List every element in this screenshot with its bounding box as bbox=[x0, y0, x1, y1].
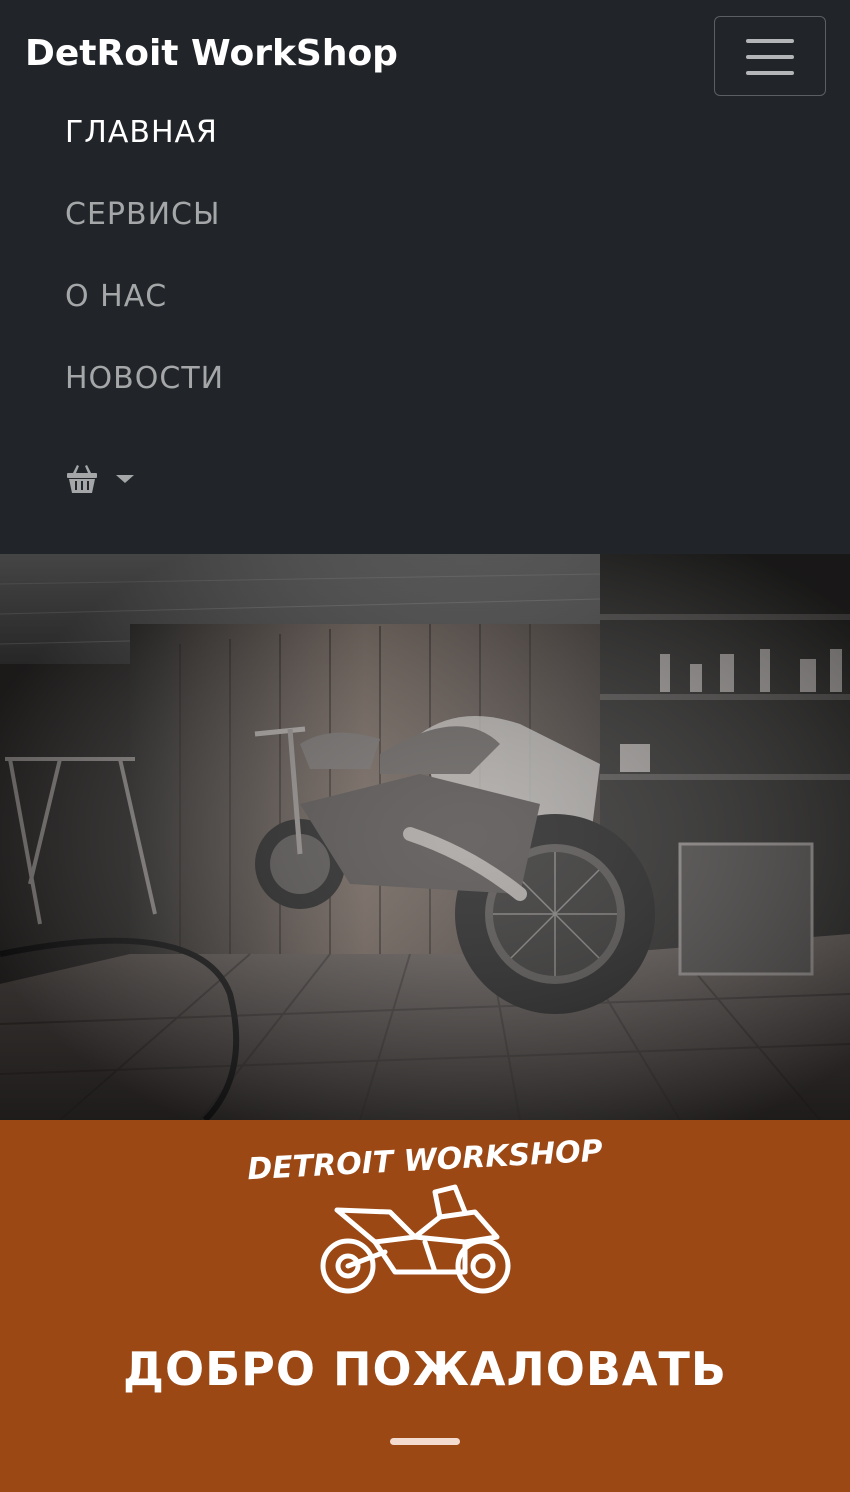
nav-item-about[interactable]: О НАС bbox=[65, 279, 167, 314]
hamburger-icon bbox=[746, 39, 794, 43]
hamburger-icon-bar bbox=[746, 71, 794, 75]
navbar-toggler-button[interactable] bbox=[714, 16, 826, 96]
welcome-section: DETROIT WORKSHOP ДОБРО ПОЖАЛОВАТЬ bbox=[0, 1120, 850, 1492]
nav-item-services[interactable]: СЕРВИСЫ bbox=[65, 197, 220, 232]
cart-dropdown-toggle[interactable] bbox=[64, 462, 144, 502]
hero-image bbox=[0, 554, 850, 1120]
nav-item-news[interactable]: НОВОСТИ bbox=[65, 361, 224, 396]
title-divider bbox=[390, 1438, 460, 1445]
brand-logo[interactable]: DetRoit WorkShop bbox=[25, 33, 398, 74]
hamburger-icon-bar bbox=[746, 55, 794, 59]
basket-icon bbox=[67, 465, 97, 493]
caret-down-icon bbox=[116, 475, 134, 483]
nav-item-home[interactable]: ГЛАВНАЯ bbox=[65, 115, 218, 150]
motorcycle-icon bbox=[315, 1182, 515, 1297]
welcome-title: ДОБРО ПОЖАЛОВАТЬ bbox=[123, 1342, 727, 1396]
navbar: DetRoit WorkShop ГЛАВНАЯ СЕРВИСЫ О НАС Н… bbox=[0, 0, 850, 554]
